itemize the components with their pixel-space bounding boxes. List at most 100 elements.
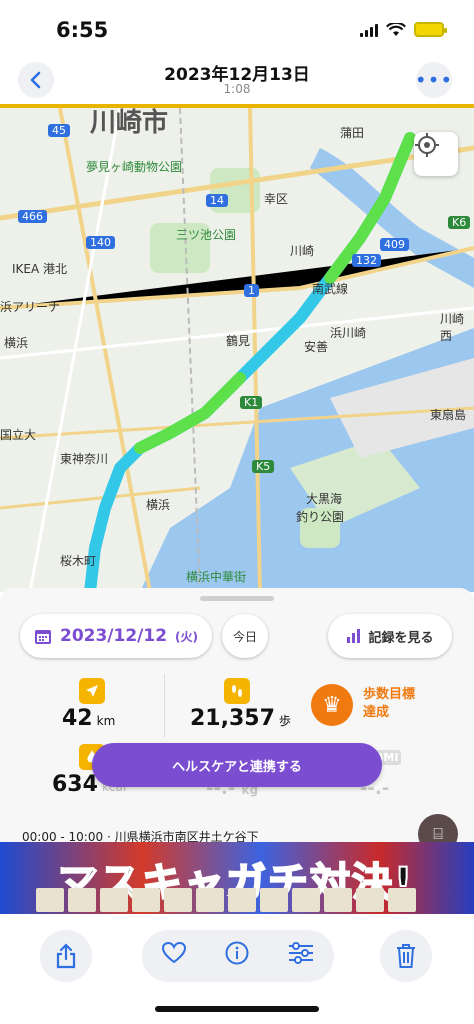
ad-thumbnail [100, 888, 128, 912]
steps-value: 21,357 [190, 706, 275, 731]
footprints-icon [224, 678, 250, 704]
ad-thumbnail [324, 888, 352, 912]
weekday-label: (火) [175, 629, 199, 644]
delete-button[interactable] [380, 930, 432, 982]
ad-thumbnail [68, 888, 96, 912]
nav-bar: 2023年12月13日 1:08 ••• [0, 54, 474, 104]
map-label-kawasaki-st: 川崎 [290, 244, 315, 258]
ad-thumbnail [36, 888, 64, 912]
adjust-button[interactable] [288, 942, 314, 970]
status-time: 6:55 [56, 18, 109, 42]
map-label-yumemigasaki: 夢見ヶ崎動物公園 [86, 160, 183, 174]
map-label-saiwai: 幸区 [264, 192, 289, 206]
route-shield-1: 1 [244, 284, 259, 297]
route-shield-k6: K6 [448, 216, 471, 229]
ad-banner[interactable]: マスキャガチ対決! [0, 842, 474, 914]
ad-thumbnail [228, 888, 256, 912]
map-label-tsurumi: 鶴見 [226, 334, 251, 348]
map-label-yokohama-n: 横浜 [4, 336, 29, 350]
favorite-button[interactable] [161, 941, 186, 970]
map-label-kawasakinisi: 川崎西 [440, 312, 465, 343]
goal-status: 達成 [363, 705, 390, 720]
map-label-nanbu: 南武線 [312, 282, 349, 296]
sliders-icon [289, 942, 314, 964]
map-label-daikokufuto: 大黒海 [306, 492, 343, 506]
signal-icon [360, 23, 378, 37]
calendar-icon [34, 630, 51, 644]
ad-thumbnail [292, 888, 320, 912]
map-label-anzen: 安善 [304, 340, 329, 354]
ad-thumbnail [132, 888, 160, 912]
route-shield-45: 45 [48, 124, 70, 137]
route-shield-k1: K1 [240, 396, 263, 409]
distance-unit: km [96, 714, 116, 728]
distance-icon [79, 678, 105, 704]
distance-stat: 42 km [62, 706, 115, 731]
page-subtitle: 1:08 [223, 82, 251, 96]
view-records-label: 記録を見る [368, 630, 434, 646]
route-shield-k5: K5 [252, 460, 275, 473]
share-button[interactable] [40, 930, 92, 982]
map-label-ikea: IKEA 港北 [12, 262, 68, 276]
healthcare-link-button[interactable]: ヘルスケアと連携する [92, 743, 382, 787]
stat-divider [164, 674, 165, 738]
route-shield-132: 132 [352, 254, 381, 267]
status-bar: 6:55 [0, 0, 474, 54]
home-indicator [155, 1006, 319, 1012]
map-label-hamakawasaki: 浜川崎 [330, 326, 367, 340]
status-icons [360, 22, 447, 37]
steps-stat: 21,357 歩 [190, 706, 291, 731]
date-label: 2023/12/12 [59, 626, 168, 646]
ad-thumbnail [388, 888, 416, 912]
wifi-icon [386, 22, 406, 36]
heart-icon [161, 941, 186, 964]
map-label-kamata: 蒲田 [340, 126, 365, 140]
sheet-handle[interactable] [200, 596, 274, 601]
bottom-toolbar [0, 914, 474, 1024]
map-label-higashikanagawa: 東神奈川 [60, 452, 109, 466]
scan-text-icon: ⌸ [433, 824, 443, 843]
today-label: 今日 [232, 629, 257, 644]
more-button[interactable]: ••• [414, 62, 454, 98]
info-button[interactable] [225, 941, 249, 971]
ad-thumbnail [260, 888, 288, 912]
map-label-higashi-ogishima: 東扇島 [430, 408, 467, 422]
map-label-arena: 浜アリーナ [0, 300, 61, 314]
ad-thumbnail [196, 888, 224, 912]
share-icon [56, 943, 76, 969]
map-label-yokohama: 横浜 [146, 498, 171, 512]
goal-label: 歩数目標 [363, 687, 416, 702]
map-label-sakuragicho: 桜木町 [60, 554, 97, 568]
map-label-kokuritsu: 国立大 [0, 428, 37, 442]
map-label-chukagai: 横浜中華街 [186, 570, 247, 584]
trash-icon [397, 944, 415, 968]
calories-value: 634 [52, 772, 98, 797]
ellipsis-icon: ••• [414, 68, 454, 92]
map-canvas [0, 108, 474, 592]
route-map[interactable]: 川崎市 蒲田 夢見ヶ崎動物公園 幸区 三ツ池公園 川崎 IKEA 港北 南武線 … [0, 104, 474, 592]
action-group [142, 930, 334, 982]
crosshair-icon [415, 133, 439, 157]
map-label-tsuri: 釣り公園 [296, 510, 345, 524]
view-records-button[interactable]: 記録を見る [328, 614, 452, 658]
steps-unit: 歩 [278, 714, 291, 728]
healthcare-link-label: ヘルスケアと連携する [172, 759, 302, 775]
step-goal-achieved: 歩数目標 達成 [363, 686, 415, 722]
info-icon [225, 941, 249, 965]
map-label-mitsuike: 三ツ池公園 [176, 228, 237, 242]
route-shield-409: 409 [380, 238, 409, 251]
today-button[interactable]: 今日 [222, 614, 268, 658]
bar-chart-icon [347, 629, 361, 643]
map-label-kawasaki-city: 川崎市 [90, 108, 169, 138]
route-shield-466: 466 [18, 210, 47, 223]
ad-thumbnails [0, 888, 474, 914]
distance-value: 42 [62, 706, 93, 731]
date-picker-button[interactable]: 2023/12/12 (火) [20, 614, 212, 658]
battery-icon [414, 22, 447, 37]
ad-thumbnail [356, 888, 384, 912]
route-shield-140: 140 [86, 236, 115, 249]
crown-icon: ♛ [311, 684, 353, 726]
route-shield-14: 14 [206, 194, 228, 207]
ad-thumbnail [164, 888, 192, 912]
locate-button[interactable] [414, 132, 458, 176]
